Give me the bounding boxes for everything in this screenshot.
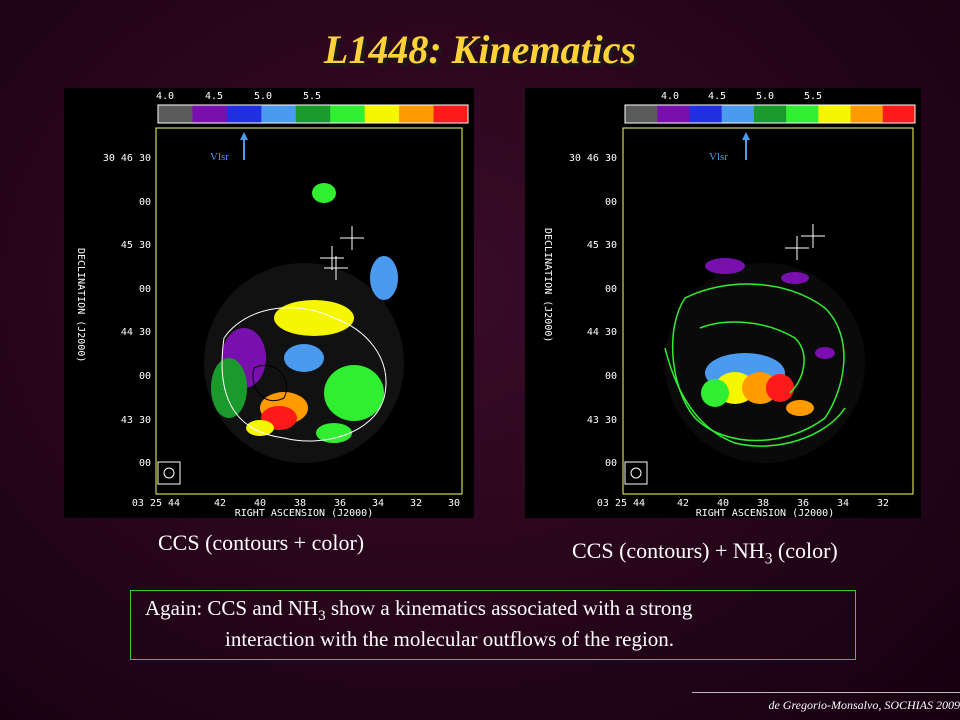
y-tick: 30 46 30 xyxy=(569,153,617,164)
y-tick: 44 30 xyxy=(121,327,151,338)
y-tick: 00 xyxy=(605,371,617,382)
y-tick: 00 xyxy=(605,458,617,469)
left-velocity-map-panel: 4.0 4.5 5.0 5.5 Vlsr 30 46 30 00 45 30 0… xyxy=(64,88,474,518)
note-line-1-start: Again: CCS and NH xyxy=(145,596,319,620)
y-tick: 43 30 xyxy=(587,415,617,426)
x-tick: 32 xyxy=(877,498,889,509)
colorbar-tick: 4.5 xyxy=(708,91,726,102)
vlsr-arrow-head xyxy=(240,132,248,140)
x-tick: 32 xyxy=(410,498,422,509)
beam-box xyxy=(157,461,181,485)
colorbar-tick: 4.5 xyxy=(205,91,223,102)
colorbar-tick: 5.0 xyxy=(254,91,272,102)
colorbar-segment xyxy=(192,105,228,123)
y-tick: 43 30 xyxy=(121,415,151,426)
right-caption-prefix: CCS (contours) + NH xyxy=(572,538,765,563)
colorbar xyxy=(624,104,916,124)
colorbar-segment xyxy=(158,105,193,123)
y-tick: 45 30 xyxy=(121,240,151,251)
x-axis-label: RIGHT ASCENSION (J2000) xyxy=(696,508,834,518)
colorbar-segment xyxy=(882,105,916,123)
colorbar-tick: 5.0 xyxy=(756,91,774,102)
colorbar-segment xyxy=(364,105,400,123)
colorbar-segment xyxy=(399,105,435,123)
beam-icon xyxy=(630,467,642,479)
colorbar-segment xyxy=(226,105,262,123)
x-tick: 34 xyxy=(372,498,384,509)
note-line-1: Again: CCS and NH3 show a kinematics ass… xyxy=(145,596,692,625)
velocity-map xyxy=(204,183,404,463)
colorbar-segment xyxy=(786,105,819,123)
x-tick: 42 xyxy=(214,498,226,509)
slide-title: L1448: Kinematics xyxy=(323,27,637,72)
x-axis-label: RIGHT ASCENSION (J2000) xyxy=(235,508,373,518)
colorbar-segment xyxy=(657,105,690,123)
note-line-2: interaction with the molecular outflows … xyxy=(225,627,675,651)
colorbar-segment xyxy=(295,105,331,123)
x-tick: 03 25 44 xyxy=(597,498,645,509)
y-axis-label: DECLINATION (J2000) xyxy=(542,228,553,342)
x-tick: 34 xyxy=(837,498,849,509)
y-tick: 45 30 xyxy=(587,240,617,251)
colorbar-segment xyxy=(818,105,852,123)
y-tick: 44 30 xyxy=(587,327,617,338)
credit-divider xyxy=(692,692,960,693)
y-tick: 00 xyxy=(605,284,617,295)
beam-box xyxy=(624,461,648,485)
colorbar-tick: 5.5 xyxy=(804,91,822,102)
vlsr-label: Vlsr xyxy=(709,151,728,163)
y-tick: 00 xyxy=(139,197,151,208)
source-markers xyxy=(785,224,825,260)
x-tick: 30 xyxy=(448,498,460,509)
colorbar-tick: 4.0 xyxy=(661,91,679,102)
y-tick: 30 46 30 xyxy=(103,153,151,164)
colorbar-segment xyxy=(689,105,723,123)
y-tick: 00 xyxy=(139,458,151,469)
right-caption-suffix: (color) xyxy=(772,538,838,563)
colorbar-tick: 5.5 xyxy=(303,91,321,102)
vlsr-label: Vlsr xyxy=(210,151,229,163)
x-tick: 03 25 44 xyxy=(132,498,180,509)
velocity-map xyxy=(664,258,865,463)
note-line-1-end: show a kinematics associated with a stro… xyxy=(325,596,693,620)
y-tick: 00 xyxy=(139,371,151,382)
right-velocity-map-panel: 4.0 4.5 5.0 5.5 Vlsr 30 46 30 00 45 30 0… xyxy=(525,88,921,518)
y-tick: 00 xyxy=(139,284,151,295)
x-tick: 42 xyxy=(677,498,689,509)
note-subscript: 3 xyxy=(318,608,326,625)
y-axis-label: DECLINATION (J2000) xyxy=(75,248,86,362)
vlsr-arrow-head xyxy=(742,132,750,140)
beam-icon xyxy=(163,467,175,479)
colorbar-tick: 4.0 xyxy=(156,91,174,102)
colorbar-segment xyxy=(433,105,469,123)
y-tick: 00 xyxy=(605,197,617,208)
colorbar xyxy=(157,104,469,124)
credit-text: de Gregorio-Monsalvo, SOCHIAS 2009 xyxy=(768,698,960,712)
colorbar-segment xyxy=(753,105,787,123)
colorbar-segment xyxy=(330,105,366,123)
left-caption: CCS (contours + color) xyxy=(158,530,365,555)
summary-note: Again: CCS and NH3 show a kinematics ass… xyxy=(130,590,856,660)
colorbar-segment xyxy=(625,105,658,123)
right-caption: CCS (contours) + NH3 (color) xyxy=(572,538,838,568)
colorbar-segment xyxy=(261,105,297,123)
colorbar-segment xyxy=(850,105,884,123)
colorbar-segment xyxy=(721,105,755,123)
